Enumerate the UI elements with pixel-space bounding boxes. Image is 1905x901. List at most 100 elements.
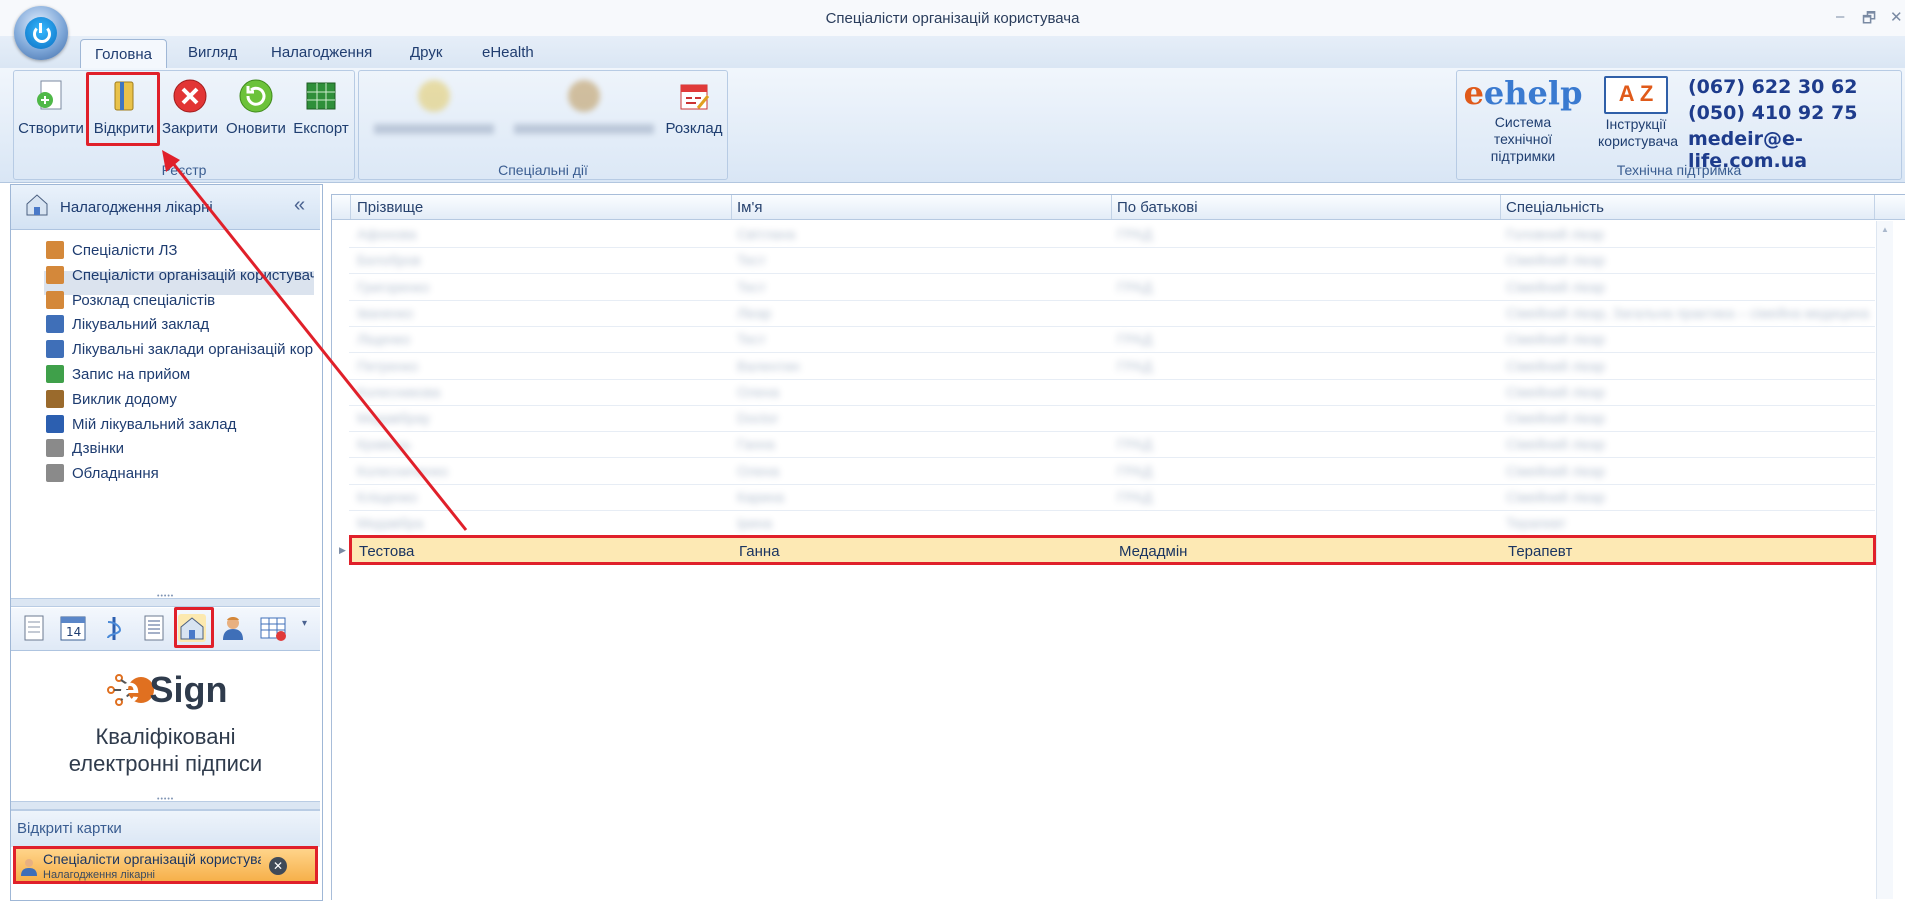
sidebar-item[interactable]: Мій лікувальний заклад xyxy=(46,414,314,433)
sidebar-item-label: Обладнання xyxy=(72,465,159,483)
open-card-item[interactable]: Спеціалісти організацій користувача Нала… xyxy=(13,846,318,884)
table-row[interactable]: Кравець Ганна ГРАД Сімейний лікар xyxy=(349,431,1875,459)
cell-name: Ірина xyxy=(737,515,773,532)
cell-surname: Колесниченко xyxy=(357,462,449,479)
cell-surname: Кравець xyxy=(357,436,412,453)
sidebar-item[interactable]: Обладнання xyxy=(46,464,314,483)
table-row[interactable]: Медавбра Ірина Терапевт xyxy=(349,510,1875,538)
specialists-module-icon[interactable] xyxy=(219,614,247,642)
export-button[interactable]: Експорт xyxy=(291,74,351,137)
ehelp-label: Система технічної підтримки xyxy=(1490,114,1556,164)
sidebar-item[interactable]: Спеціалісти ЛЗ xyxy=(46,241,314,259)
cell-surname: Ліщенко xyxy=(357,331,411,348)
tab-home[interactable]: Головна xyxy=(80,39,167,69)
cell-surname: Петренко xyxy=(357,357,419,374)
cell-name: Тест xyxy=(737,278,766,295)
column-header-surname[interactable]: Прізвище xyxy=(357,199,423,216)
cell-name: Ганна xyxy=(739,543,780,560)
column-header-patronymic[interactable]: По батькові xyxy=(1117,199,1198,216)
cell-specialty: Сімейний лікар xyxy=(1506,410,1605,427)
sidebar-item[interactable]: Розклад спеціалістів xyxy=(46,290,314,309)
more-modules-chevron-icon[interactable]: ▾ xyxy=(302,618,307,629)
tab-ehealth[interactable]: eHealth xyxy=(472,44,544,61)
refresh-button-label: Оновити xyxy=(226,120,286,137)
cell-patronymic: ГРАД xyxy=(1117,436,1153,453)
support-email[interactable]: medeir@e-life.com.ua xyxy=(1688,128,1905,172)
table-row[interactable]: Іваненко Лікар Сімейний лікар, Загальна пр… xyxy=(349,300,1875,327)
scroll-up-icon[interactable]: ▲ xyxy=(1881,225,1889,234)
esign-brand-prefix: e xyxy=(119,669,140,710)
table-row[interactable]: Афонова Світлана ГРАД Головний лікар xyxy=(349,221,1875,248)
cell-specialty: Терапевт xyxy=(1506,515,1567,532)
table-row[interactable]: Колесникова Олена Сімейний лікар xyxy=(349,379,1875,406)
cell-specialty: Сімейний лікар, Загальна практика – сіме… xyxy=(1506,304,1870,321)
cell-name: Валентин xyxy=(737,357,800,374)
table-row[interactable]: Кліщенко Карина ГРАД Сімейний лікар xyxy=(349,484,1875,511)
cell-surname: Медавбра xyxy=(357,515,424,532)
cell-surname: Тестова xyxy=(359,543,415,560)
tab-print[interactable]: Друк xyxy=(400,44,452,61)
cell-specialty: Сімейний лікар xyxy=(1506,278,1605,295)
sidebar-item[interactable]: Дзвінки xyxy=(46,439,314,458)
close-window-button[interactable]: ✕ xyxy=(1890,8,1903,26)
sidebar-title: Налагодження лікарні xyxy=(60,199,213,216)
table-row[interactable]: Белобров Тест Сімейний лікар xyxy=(349,247,1875,275)
sidebar-item[interactable]: Виклик додому xyxy=(46,389,314,408)
sidebar-item-label: Виклик додому xyxy=(72,390,177,408)
close-button-label: Закрити xyxy=(162,120,218,137)
instructions-label: Інструкції користувача xyxy=(1598,116,1679,149)
calendar-module-icon[interactable]: 14 xyxy=(59,614,87,642)
documents-module-icon[interactable] xyxy=(20,614,48,642)
sidebar-item[interactable]: Лікувальний заклад xyxy=(46,315,314,334)
schedule-button-label: Розклад xyxy=(665,120,723,137)
cell-surname: Колесникова xyxy=(357,383,441,400)
cell-patronymic: ГРАД xyxy=(1117,226,1153,242)
minimize-button[interactable]: – xyxy=(1836,8,1844,25)
esign-banner[interactable]: e Sign Кваліфіковані електронні підписи xyxy=(11,651,320,801)
selected-table-row[interactable]: Тестова Ганна Медадмін Терапевт xyxy=(349,535,1876,565)
tab-settings[interactable]: Налагодження xyxy=(261,44,382,61)
column-header-specialty[interactable]: Спеціальність xyxy=(1506,199,1604,216)
sidebar-item[interactable]: Спеціалісти організацій користувача xyxy=(46,265,314,284)
schedule-button[interactable]: Розклад xyxy=(664,74,724,137)
collapse-sidebar-button[interactable]: « xyxy=(294,194,305,217)
table-row[interactable]: Ліщенко Тест ГРАД Сімейний лікар xyxy=(349,326,1875,354)
close-button[interactable]: Закрити xyxy=(160,74,220,137)
restore-button[interactable]: 🗗 xyxy=(1862,8,1876,33)
ehelp-button[interactable]: eehelp Система технічної підтримки xyxy=(1458,74,1588,165)
close-card-icon[interactable]: ✕ xyxy=(269,857,287,875)
sidebar-item[interactable]: Запис на прийом xyxy=(46,365,314,383)
caduceus-module-icon[interactable] xyxy=(100,614,128,642)
instructions-button[interactable]: A Z Інструкції користувача xyxy=(1590,74,1682,150)
cell-patronymic: ГРАД xyxy=(1117,331,1153,348)
list-module-icon[interactable] xyxy=(140,614,168,642)
cell-specialty: Сімейний лікар xyxy=(1506,383,1605,400)
sidebar-item-label: Дзвінки xyxy=(72,440,125,458)
grid-module-icon[interactable] xyxy=(259,614,287,642)
tab-view[interactable]: Вигляд xyxy=(178,44,247,61)
doctor-icon xyxy=(46,290,64,309)
create-button[interactable]: Створити xyxy=(16,74,86,137)
table-row[interactable]: Григоренко Тест ГРАД Сімейний лікар xyxy=(349,274,1875,301)
app-menu-button[interactable] xyxy=(14,6,68,60)
table-row[interactable]: Колесниченко Олена ГРАД Сімейний лікар xyxy=(349,458,1875,485)
window-title: Спеціалісти організацій користувача xyxy=(825,10,1080,27)
document-icon xyxy=(46,439,64,458)
instructions-book-icon: A Z xyxy=(1590,76,1682,116)
column-header-name[interactable]: Ім'я xyxy=(737,199,762,216)
cell-specialty: Сімейний лікар xyxy=(1506,462,1605,479)
grid-scrollbar[interactable]: ▲ xyxy=(1876,221,1893,899)
open-card-subtitle: Налагодження лікарні xyxy=(43,869,155,881)
sidebar-splitter-2[interactable] xyxy=(11,796,320,810)
sidebar-item-label: Лікувальний заклад xyxy=(72,316,210,334)
table-row[interactable]: Петренко Валентин ГРАД Сімейний лікар xyxy=(349,353,1875,380)
sidebar-item-label: Запис на прийом xyxy=(72,366,191,383)
sidebar-splitter-1[interactable] xyxy=(11,593,320,607)
cell-name: Ганна xyxy=(737,436,775,453)
column-separator xyxy=(1111,195,1112,219)
refresh-button[interactable]: Оновити xyxy=(222,74,290,137)
cell-specialty: Сімейний лікар xyxy=(1506,331,1605,348)
table-row[interactable]: Медавбрау Doctor Сімейний лікар xyxy=(349,405,1875,433)
sidebar-item[interactable]: Лікувальні заклади організацій користува… xyxy=(46,340,314,359)
cell-name: Карина xyxy=(737,489,785,505)
